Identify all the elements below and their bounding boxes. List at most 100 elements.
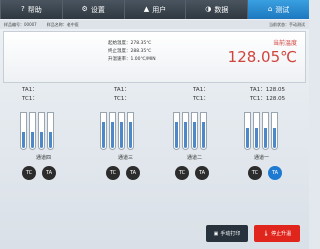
test-tube [38,112,45,150]
tab-data[interactable]: ◑ 数据 [185,0,247,19]
temperature-panel: 起始温度：278.35℃ 终止温度：288.35℃ 升温速率：1.00℃/MIN… [3,31,306,83]
channel-1-readout: TA1：128.05 TC1：128.05 [250,86,285,104]
test-tube [109,112,116,150]
printer-icon: ▣ [213,230,219,237]
channel-2: TA1： TC1： 通道二 TC TA [165,86,235,194]
breadcrumb: 当前状态：手动测试 [269,21,305,27]
channel-1-tubes [244,112,278,150]
test-tube [100,112,107,150]
channel-2-ta1: TA1： [193,87,209,93]
user-icon: ▲ [143,5,150,13]
tube-fill [31,131,34,148]
tab-settings-label: 设置 [90,5,105,14]
sample-name: 样品名称：老中医 [46,21,79,27]
info-row: 样品编号：00007 样品名称：老中医 当前状态：手动测试 [0,20,309,29]
channel-3: TA1： TC1： 通道三 TC TA [92,86,162,194]
stop-heating-label: 停止升温 [271,231,292,237]
channel-3-readout: TA1： TC1： [114,86,130,104]
tube-fill [40,131,43,148]
channel-4-ta1: TA1： [22,87,38,93]
test-tube [127,112,134,150]
manual-print-button[interactable]: ▣ 手动打印 [206,225,248,242]
tube-fill [111,122,114,148]
test-tube [20,112,27,150]
test-tube [182,112,189,150]
channel-4: TA1： TC1： 通道四 TC TA [14,86,84,194]
home-icon: ⌂ [267,5,273,13]
param-rate: 升温速率：1.00℃/MIN [108,57,156,62]
tab-help[interactable]: ? 帮助 [0,0,62,19]
channel-4-tubes [20,112,54,150]
test-tube [173,112,180,150]
tube-fill [273,128,276,148]
tube-fill [49,131,52,148]
param-end: 终止温度：288.35℃ [108,49,152,54]
question-icon: ? [21,5,25,13]
current-temp-label: 当前温度 [272,40,297,47]
tab-user[interactable]: ▲ 用户 [123,0,186,19]
test-tube [29,112,36,150]
current-temp-value: 128.05℃ [227,48,297,66]
test-tube [253,112,260,150]
channel-3-tubes [100,112,134,150]
channel-3-ta1: TA1： [114,87,130,93]
test-tube [191,112,198,150]
channel-2-buttons: TC TA [175,166,209,180]
tab-user-label: 用户 [152,5,167,14]
channel-2-tc-button[interactable]: TC [175,166,189,180]
test-tube [200,112,207,150]
app-window: ? 帮助 ⚙ 设置 ▲ 用户 ◑ 数据 ⌂ 测试 样品编号：00007 样品名称… [0,0,309,249]
manual-print-label: 手动打印 [220,231,241,237]
test-tube [271,112,278,150]
tab-data-label: 数据 [214,5,229,14]
top-nav: ? 帮助 ⚙ 设置 ▲ 用户 ◑ 数据 ⌂ 测试 [0,0,309,19]
channel-1-ta-button[interactable]: TA [268,166,282,180]
channel-1-tc1: TC1：128.05 [250,96,286,102]
channel-1-ta1: TA1：128.05 [250,87,285,93]
channel-3-tc-button[interactable]: TC [106,166,120,180]
tab-settings[interactable]: ⚙ 设置 [61,0,124,19]
channel-4-tc-button[interactable]: TC [22,166,36,180]
tube-fill [264,128,267,148]
tube-fill [202,122,205,148]
channel-2-readout: TA1： TC1： [193,86,209,104]
test-tube [118,112,125,150]
tube-fill [102,122,105,148]
channel-2-tc1: TC1： [193,96,209,102]
gear-icon: ⚙ [81,5,88,13]
sample-no: 样品编号：00007 [4,21,37,27]
tube-fill [129,122,132,148]
channel-1-name: 通道一 [254,155,270,161]
test-tube [47,112,54,150]
channel-3-name: 通道三 [118,155,134,161]
stop-heating-button[interactable]: 🌡 停止升温 [254,225,300,242]
thermometer-icon: 🌡 [262,230,270,237]
channel-1-buttons: TC TA [248,166,282,180]
channel-4-tc1: TC1： [22,96,38,102]
tube-fill [193,122,196,148]
channel-2-ta-button[interactable]: TA [195,166,209,180]
channel-4-readout: TA1： TC1： [22,86,38,104]
params-list: 起始温度：278.35℃ 终止温度：288.35℃ 升温速率：1.00℃/MIN [108,40,156,64]
param-start: 起始温度：278.35℃ [108,41,152,46]
channel-3-buttons: TC TA [106,166,140,180]
channel-3-ta-button[interactable]: TA [126,166,140,180]
tube-fill [175,122,178,148]
tube-fill [22,131,25,148]
channel-3-tc1: TC1： [114,96,130,102]
test-tube [262,112,269,150]
channel-4-buttons: TC TA [22,166,56,180]
channel-1-tc-button[interactable]: TC [248,166,262,180]
channel-4-name: 通道四 [36,155,52,161]
channel-2-name: 通道二 [187,155,203,161]
channel-4-ta-button[interactable]: TA [42,166,56,180]
circle-icon: ◑ [205,5,212,13]
tube-fill [246,128,249,148]
tab-help-label: 帮助 [27,5,42,14]
tab-test[interactable]: ⌂ 测试 [247,0,309,19]
test-tube [244,112,251,150]
tube-fill [120,122,123,148]
channel-2-tubes [173,112,207,150]
tube-fill [255,128,258,148]
tube-fill [184,122,187,148]
